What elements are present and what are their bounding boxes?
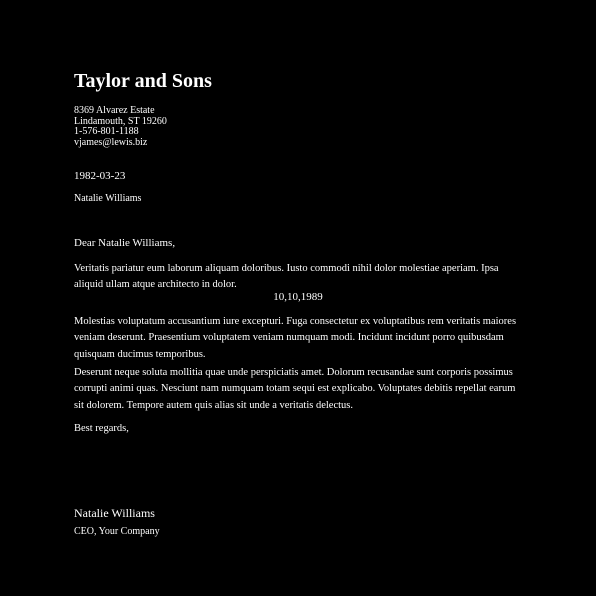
body-paragraph-1: Veritatis pariatur eum laborum aliquam d… (74, 263, 499, 291)
signature-name: Natalie Williams (74, 506, 155, 520)
centered-date: 10,10,1989 (273, 291, 323, 303)
closing: Best regards, (74, 423, 129, 434)
sender-address-block: 8369 Alvarez Estate Lindamouth, ST 19260… (74, 105, 167, 148)
letter-date: 1982-03-23 (74, 170, 126, 182)
body-paragraph-3: Deserunt neque soluta mollitia quae unde… (74, 367, 516, 411)
recipient-name: Natalie Williams (74, 193, 142, 204)
signature-title: CEO, Your Company (74, 526, 160, 537)
greeting: Dear Natalie Williams, (74, 237, 176, 249)
address-street: 8369 Alvarez Estate (74, 105, 155, 116)
address-phone: 1-576-801-1188 (74, 126, 139, 137)
address-email: vjames@lewis.biz (74, 136, 148, 148)
body-paragraph-2: Molestias voluptatum accusantium iure ex… (74, 316, 517, 360)
company-name: Taylor and Sons (74, 70, 212, 92)
